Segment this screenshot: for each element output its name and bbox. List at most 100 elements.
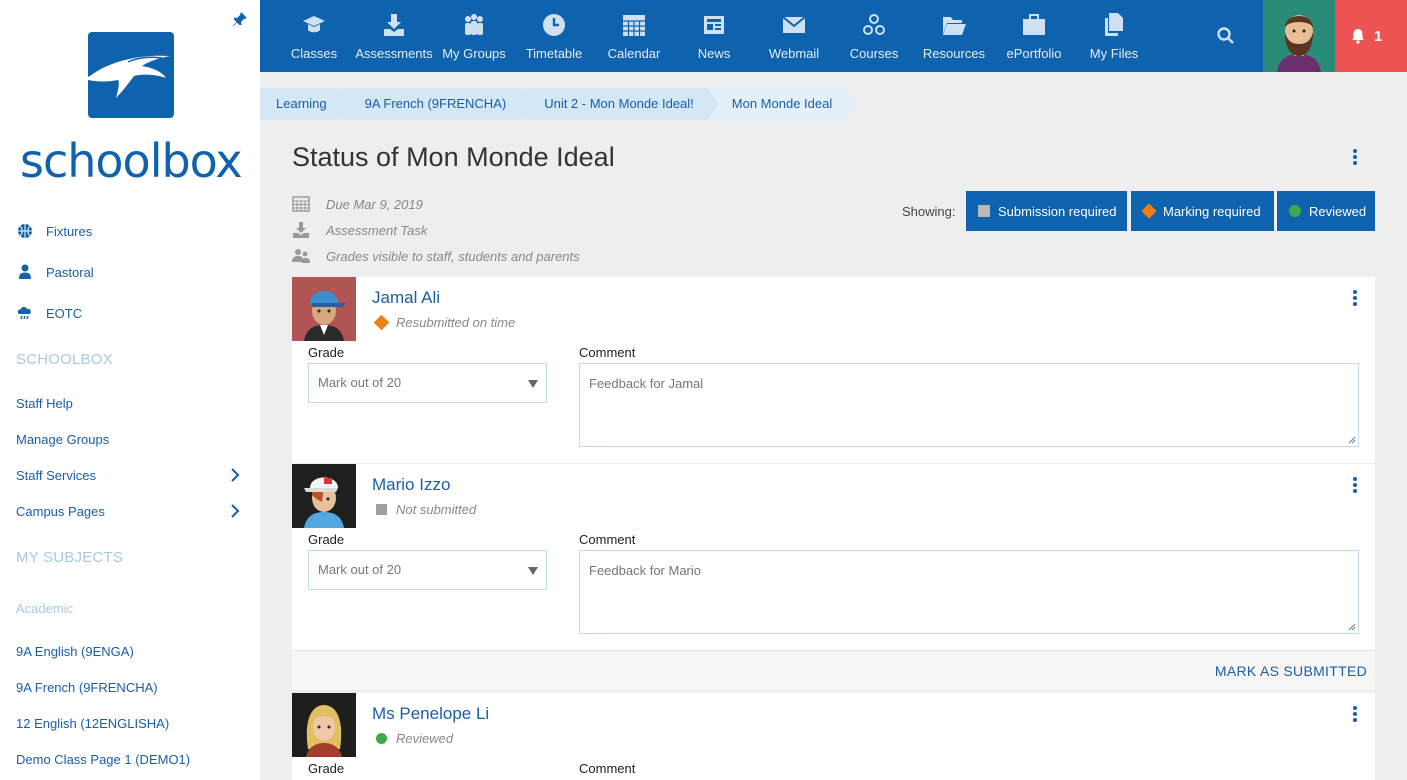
- sidebar-item-fixtures[interactable]: Fixtures: [16, 222, 92, 240]
- sidebar-section-heading: SCHOOLBOX: [16, 351, 113, 368]
- student-menu-icon[interactable]: [1352, 290, 1358, 306]
- sidebar-item-manage-groups[interactable]: Manage Groups: [16, 432, 109, 447]
- chevron-right-icon[interactable]: [230, 468, 240, 482]
- sidebar-subgroup-label: Academic: [16, 601, 74, 616]
- nav-calendar[interactable]: Calendar: [594, 0, 674, 72]
- calendar-icon: [623, 15, 645, 36]
- files-icon: [1105, 13, 1123, 36]
- envelope-icon: [782, 16, 806, 33]
- resize-grip-icon[interactable]: [1348, 436, 1356, 444]
- schoolbox-logo[interactable]: [76, 32, 174, 118]
- sidebar-item-pastoral[interactable]: Pastoral: [16, 263, 94, 281]
- nav-courses[interactable]: Courses: [834, 0, 914, 72]
- nav-my-files[interactable]: My Files: [1074, 0, 1154, 72]
- student-menu-icon[interactable]: [1352, 477, 1358, 493]
- nav-label: Calendar: [607, 46, 661, 61]
- submission-status: Not submitted: [376, 502, 476, 517]
- basketball-icon: [16, 222, 34, 240]
- breadcrumb-item[interactable]: Unit 2 - Mon Monde Ideal!: [522, 88, 718, 120]
- breadcrumb-item[interactable]: Learning: [260, 88, 351, 120]
- student-name[interactable]: Ms Penelope Li: [372, 704, 489, 724]
- grade-select[interactable]: Mark out of 20: [308, 550, 547, 590]
- nav-eportfolio[interactable]: ePortfolio: [994, 0, 1074, 72]
- nav-label: Resources: [922, 46, 986, 61]
- sidebar-item-eotc[interactable]: EOTC: [16, 304, 82, 322]
- student-card: Jamal Ali Resubmitted on time Grade Comm…: [292, 277, 1375, 463]
- sidebar: schoolbox Fixtures Pastoral EOTC SCHOOLB…: [0, 0, 260, 780]
- chevron-right-icon[interactable]: [230, 504, 240, 518]
- student-name[interactable]: Mario Izzo: [372, 475, 450, 495]
- sidebar-item-subject[interactable]: 12 English (12ENGLISHA): [16, 716, 169, 731]
- sidebar-item-subject[interactable]: Demo Class Page 1 (DEMO1): [16, 752, 190, 767]
- notifications-button[interactable]: 1: [1335, 0, 1407, 72]
- student-avatar[interactable]: [292, 464, 356, 528]
- nav-label: Assessments: [355, 46, 433, 61]
- pin-icon[interactable]: [232, 11, 248, 27]
- student-avatar[interactable]: [292, 693, 356, 757]
- submission-status: Resubmitted on time: [373, 314, 515, 331]
- nav-label: ePortfolio: [1006, 46, 1062, 61]
- due-date: Due Mar 9, 2019: [326, 196, 423, 212]
- showing-label: Showing:: [902, 204, 956, 219]
- nav-resources[interactable]: Resources: [914, 0, 994, 72]
- user-avatar[interactable]: [1263, 0, 1335, 72]
- briefcase-icon: [1023, 14, 1045, 35]
- nav-label: My Groups: [442, 46, 506, 61]
- nav-timetable[interactable]: Timetable: [514, 0, 594, 72]
- nav-news[interactable]: News: [674, 0, 754, 72]
- card-footer: MARK AS SUBMITTED: [292, 650, 1375, 690]
- newspaper-icon: [704, 16, 724, 34]
- page-menu-icon[interactable]: [1352, 149, 1358, 165]
- nav-label: Timetable: [525, 46, 583, 61]
- users-icon: [292, 249, 310, 263]
- network-icon: [863, 14, 885, 35]
- sidebar-item-subject[interactable]: 9A English (9ENGA): [16, 644, 134, 659]
- student-menu-icon[interactable]: [1352, 706, 1358, 722]
- submission-status: Reviewed: [376, 731, 453, 746]
- circle-icon: [376, 733, 387, 744]
- status-text: Not submitted: [396, 502, 477, 517]
- comment-placeholder: Feedback for Mario: [589, 563, 701, 578]
- breadcrumb-item[interactable]: 9A French (9FRENCHA): [342, 88, 530, 120]
- filter-label: Marking required: [1163, 203, 1261, 219]
- calendar-icon: [292, 196, 310, 212]
- cloud-rain-icon: [16, 304, 34, 322]
- filter-label: Submission required: [998, 203, 1117, 219]
- filter-reviewed[interactable]: Reviewed: [1277, 191, 1375, 231]
- download-tray-icon: [293, 222, 309, 238]
- comment-textarea[interactable]: Feedback for Jamal: [579, 363, 1359, 447]
- brand-name: schoolbox: [20, 134, 243, 188]
- filter-marking-required[interactable]: Marking required: [1131, 191, 1274, 231]
- student-name[interactable]: Jamal Ali: [372, 288, 440, 308]
- bell-icon: [1352, 29, 1364, 44]
- sidebar-item-campus-pages[interactable]: Campus Pages: [16, 504, 105, 519]
- grade-label: Grade: [308, 761, 345, 776]
- sidebar-item-subject[interactable]: 9A French (9FRENCHA): [16, 680, 158, 695]
- nav-label: My Files: [1089, 46, 1139, 61]
- caret-down-icon: [528, 380, 538, 388]
- mark-as-submitted-button[interactable]: MARK AS SUBMITTED: [1215, 663, 1367, 679]
- clock-icon: [543, 14, 565, 36]
- nav-assessments[interactable]: Assessments: [354, 0, 434, 72]
- nav-webmail[interactable]: Webmail: [754, 0, 834, 72]
- comment-textarea[interactable]: Feedback for Mario: [579, 550, 1359, 634]
- grade-select[interactable]: Mark out of 20: [308, 363, 547, 403]
- comment-label: Comment: [579, 345, 636, 360]
- nav-my-groups[interactable]: My Groups: [434, 0, 514, 72]
- filter-label: Reviewed: [1309, 203, 1367, 219]
- search-icon[interactable]: [1216, 26, 1236, 46]
- filter-submission-required[interactable]: Submission required: [966, 191, 1127, 231]
- sidebar-item-staff-help[interactable]: Staff Help: [16, 396, 73, 411]
- group-icon: [465, 14, 483, 35]
- folder-open-icon: [943, 17, 966, 35]
- person-icon: [16, 263, 34, 281]
- student-avatar[interactable]: [292, 277, 356, 341]
- notification-count: 1: [1374, 28, 1383, 45]
- grade-label: Grade: [308, 532, 345, 547]
- resize-grip-icon[interactable]: [1348, 623, 1356, 631]
- task-type: Assessment Task: [326, 222, 428, 238]
- nav-classes[interactable]: Classes: [274, 0, 354, 72]
- sidebar-item-label: Fixtures: [46, 223, 93, 239]
- sidebar-item-staff-services[interactable]: Staff Services: [16, 468, 96, 483]
- nav-label: News: [697, 46, 731, 61]
